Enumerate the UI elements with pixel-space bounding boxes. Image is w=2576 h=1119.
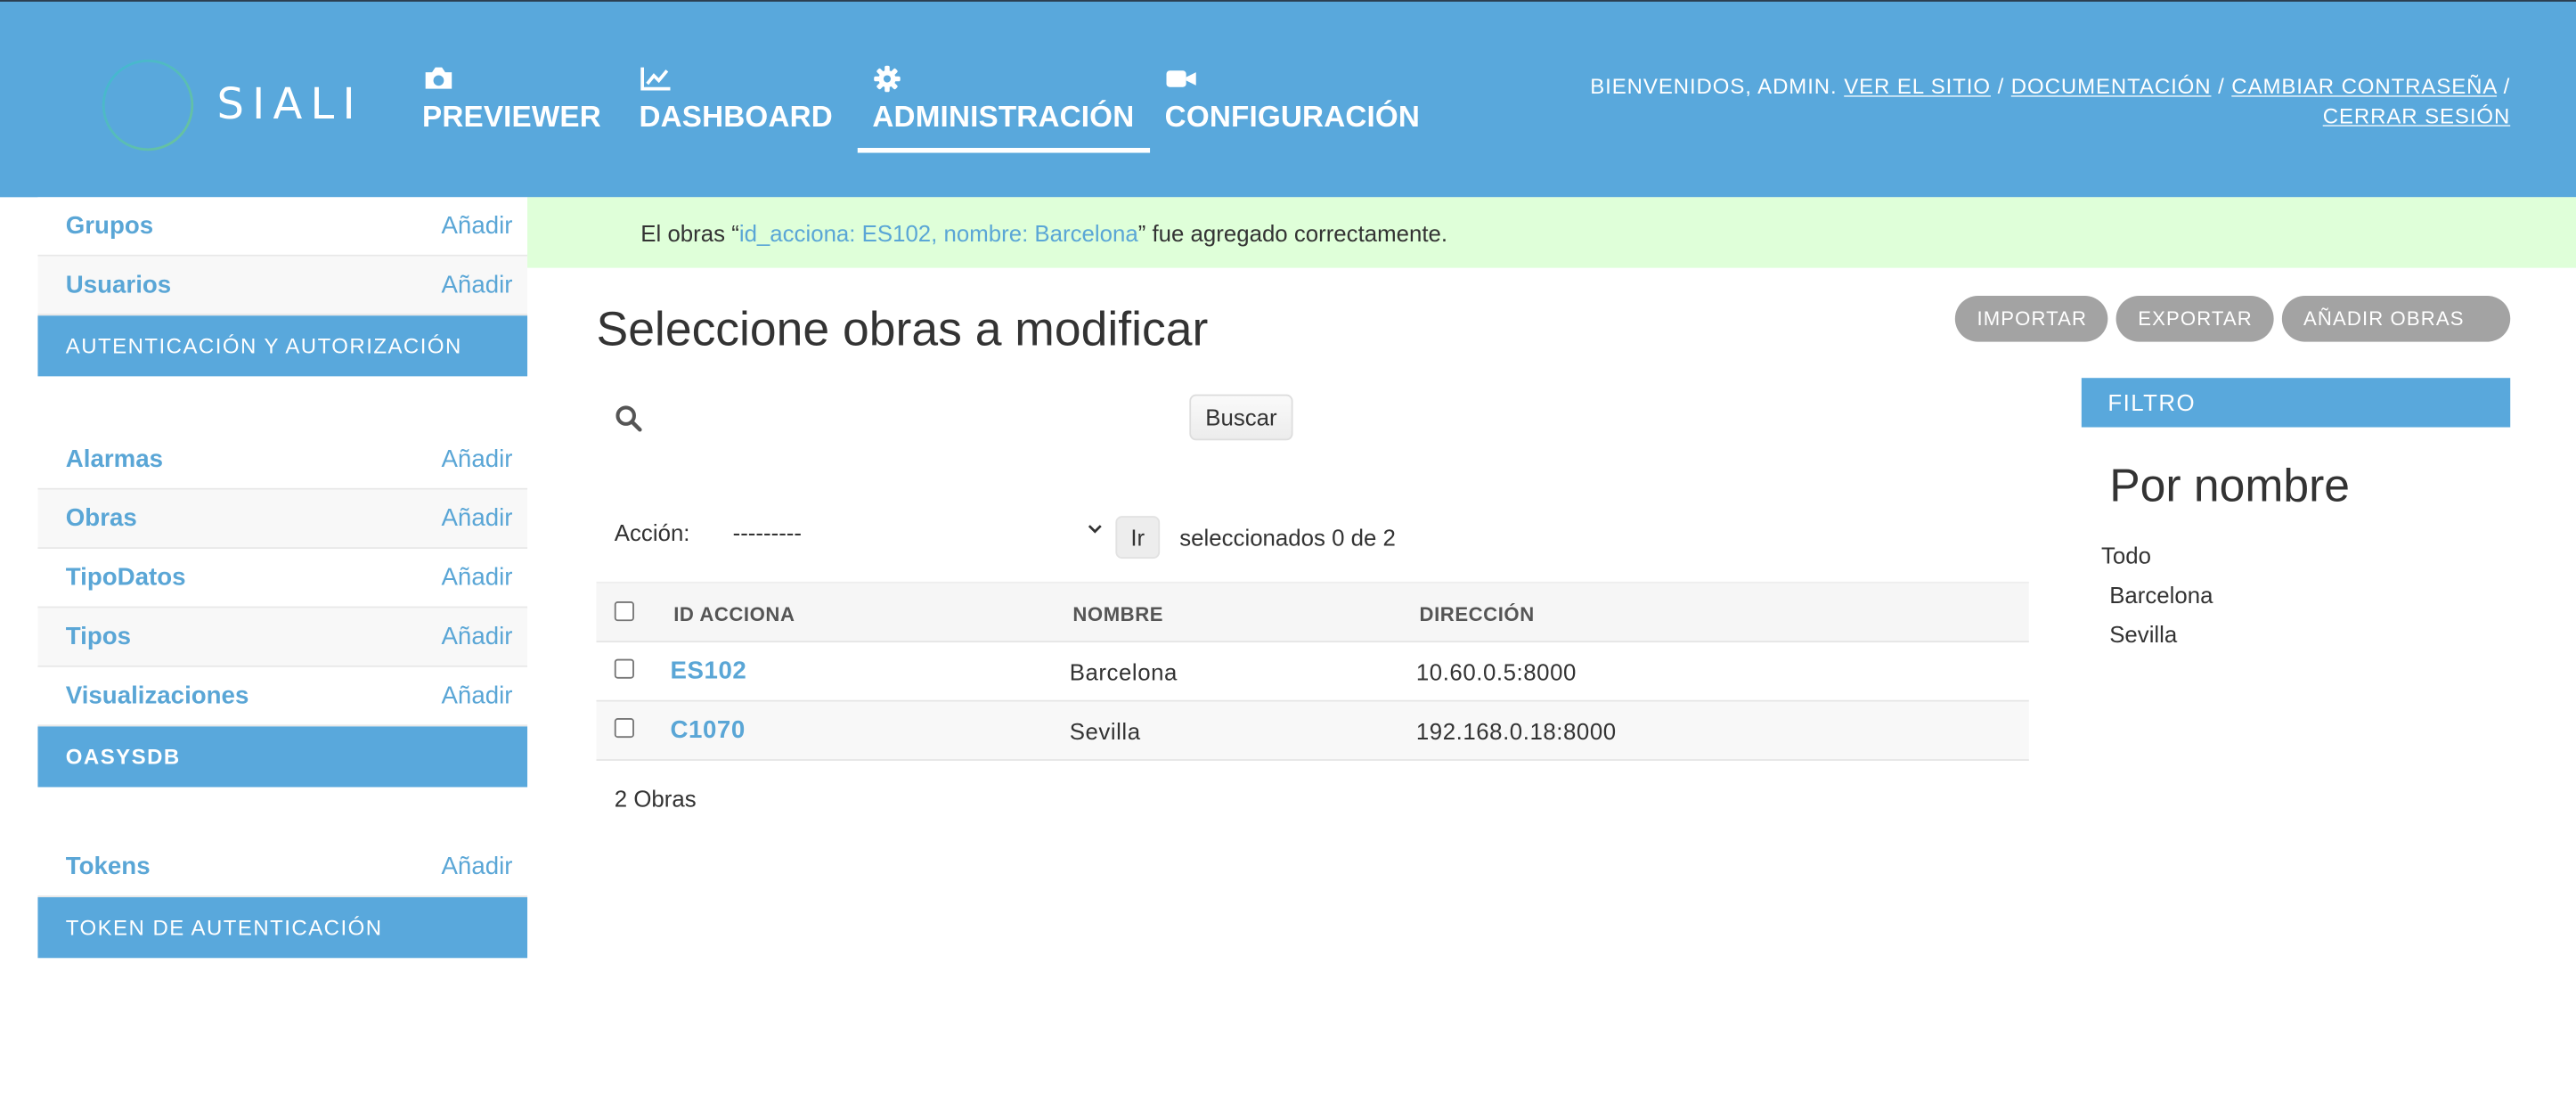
table-row: C1070 Sevilla 192.168.0.18:8000 (596, 701, 2029, 761)
row-direccion: 192.168.0.18:8000 (1415, 717, 1617, 745)
message-object-link[interactable]: id_acciona: ES102, nombre: Barcelona (739, 220, 1138, 247)
add-link-alarmas[interactable]: Añadir (441, 445, 512, 473)
filter-choice-barcelona[interactable]: Barcelona (2109, 582, 2213, 609)
nav-active-indicator (857, 147, 1151, 153)
nav-dashboard-label: DASHBOARD (639, 100, 833, 134)
add-obras-button[interactable]: AÑADIR OBRAS (2282, 295, 2511, 342)
result-table: ID ACCIONA NOMBRE DIRECCIÓN ES102 Barcel… (596, 581, 2029, 761)
action-select[interactable]: --------- (723, 512, 1111, 551)
model-row: TipoDatos Añadir (37, 549, 528, 609)
paginator: 2 Obras (614, 785, 697, 813)
model-link-tipos[interactable]: Tipos (66, 623, 131, 650)
view-site-link[interactable]: VER EL SITIO (1844, 74, 1991, 99)
action-counter: seleccionados 0 de 2 (1179, 524, 1396, 551)
page-title: Seleccione obras a modificar (596, 304, 1209, 357)
add-link-tipos[interactable]: Añadir (441, 623, 512, 650)
add-link-grupos[interactable]: Añadir (441, 212, 512, 240)
model-row: Visualizaciones Añadir (37, 666, 528, 727)
model-link-tipodatos[interactable]: TipoDatos (66, 564, 186, 592)
filter-caption: FILTRO (2081, 378, 2511, 428)
nav-administracion[interactable]: ADMINISTRACIÓN (872, 64, 1134, 156)
import-button[interactable]: IMPORTAR (1955, 295, 2109, 342)
object-tools: IMPORTAR EXPORTAR AÑADIR OBRAS (1947, 295, 2511, 342)
column-header-id-acciona[interactable]: ID ACCIONA (673, 603, 795, 626)
filter-choice-todo[interactable]: Todo (2101, 543, 2151, 569)
row-checkbox[interactable] (614, 658, 634, 679)
model-row: Tipos Añadir (37, 608, 528, 667)
separator: / (1997, 73, 2005, 99)
documentation-link[interactable]: DOCUMENTACIÓN (2011, 74, 2212, 99)
user-tools: BIENVENIDOS, ADMIN. VER EL SITIO / DOCUM… (1525, 72, 2511, 131)
model-row: Tokens Añadir (37, 837, 528, 898)
model-link-usuarios[interactable]: Usuarios (66, 271, 171, 298)
separator: / (2218, 73, 2225, 99)
model-link-visualizaciones[interactable]: Visualizaciones (66, 682, 249, 709)
nav-previewer[interactable]: PREVIEWER (422, 64, 601, 156)
column-header-nombre[interactable]: NOMBRE (1072, 603, 1163, 626)
line-chart-icon (640, 67, 671, 91)
row-nombre: Sevilla (1069, 717, 1141, 745)
admin-app: SIALI PREVIEWER DASHBOARD ADMINISTRACIÓN… (0, 0, 2576, 1119)
logout-link[interactable]: CERRAR SESIÓN (2323, 103, 2511, 128)
message-suffix: ” fue agregado correctamente. (1137, 220, 1448, 247)
logo-text: SIALI (216, 80, 363, 130)
nav-configuracion[interactable]: CONFIGURACIÓN (1165, 64, 1420, 156)
add-link-usuarios[interactable]: Añadir (441, 271, 512, 298)
model-row: Obras Añadir (37, 489, 528, 550)
user-name: ADMIN. (1757, 73, 1838, 99)
select-all-checkbox[interactable] (614, 601, 634, 622)
model-link-obras[interactable]: Obras (66, 504, 137, 532)
model-link-grupos[interactable]: Grupos (66, 212, 153, 240)
export-button[interactable]: EXPORTAR (2116, 295, 2274, 342)
action-select-value: --------- (732, 519, 803, 546)
search-button[interactable]: Buscar (1189, 394, 1293, 441)
nav-dashboard[interactable]: DASHBOARD (639, 64, 833, 156)
module-caption-auth[interactable]: AUTENTICACIÓN Y AUTORIZACIÓN (37, 315, 528, 377)
separator: / (2503, 73, 2511, 99)
nav-administracion-label: ADMINISTRACIÓN (872, 100, 1135, 134)
add-link-tipodatos[interactable]: Añadir (441, 564, 512, 592)
model-link-tokens[interactable]: Tokens (66, 853, 151, 880)
module-caption-token[interactable]: TOKEN DE AUTENTICACIÓN (37, 897, 528, 959)
row-direccion: 10.60.0.5:8000 (1415, 658, 1577, 686)
table-row: ES102 Barcelona 10.60.0.5:8000 (596, 642, 2029, 702)
chevron-down-icon (1088, 525, 1102, 534)
go-button[interactable]: Ir (1115, 516, 1161, 560)
camera-icon (425, 67, 452, 89)
message-prefix: El obras “ (640, 220, 739, 247)
filter-title: Por nombre (2109, 460, 2351, 511)
model-row: Usuarios Añadir (37, 256, 528, 316)
video-camera-icon (1166, 70, 1196, 87)
change-password-link[interactable]: CAMBIAR CONTRASEÑA (2231, 74, 2497, 99)
add-link-visualizaciones[interactable]: Añadir (441, 682, 512, 709)
row-checkbox[interactable] (614, 717, 634, 739)
model-row: Alarmas Añadir (37, 430, 528, 490)
logo-mark (102, 59, 196, 151)
model-row: Grupos Añadir (37, 197, 528, 257)
site-header: SIALI PREVIEWER DASHBOARD ADMINISTRACIÓN… (0, 0, 2576, 198)
gear-icon (874, 65, 901, 93)
add-link-obras[interactable]: Añadir (441, 504, 512, 532)
search-icon (615, 405, 642, 432)
action-label: Acción: (614, 519, 690, 546)
welcome-text: BIENVENIDOS, (1590, 73, 1752, 99)
module-caption-oasysdb[interactable]: OASYSDB (37, 726, 528, 788)
site-logo[interactable]: SIALI (99, 58, 379, 157)
row-id-link[interactable]: ES102 (671, 658, 747, 685)
module-auth: Grupos Añadir Usuarios Añadir AUTENTICAC… (37, 197, 528, 377)
row-nombre: Barcelona (1069, 658, 1178, 686)
column-header-direccion[interactable]: DIRECCIÓN (1420, 603, 1535, 626)
add-link-tokens[interactable]: Añadir (441, 853, 512, 880)
module-oasysdb: Alarmas Añadir Obras Añadir TipoDatos Añ… (37, 430, 528, 788)
success-message: El obras “id_acciona: ES102, nombre: Bar… (527, 197, 2576, 268)
module-token: Tokens Añadir TOKEN DE AUTENTICACIÓN (37, 837, 528, 959)
model-link-alarmas[interactable]: Alarmas (66, 445, 163, 473)
row-id-link[interactable]: C1070 (671, 716, 746, 744)
nav-configuracion-label: CONFIGURACIÓN (1164, 100, 1421, 134)
filter-choice-sevilla[interactable]: Sevilla (2109, 621, 2177, 648)
nav-previewer-label: PREVIEWER (422, 100, 601, 134)
search-input[interactable] (654, 397, 1183, 441)
table-header: ID ACCIONA NOMBRE DIRECCIÓN (596, 581, 2029, 643)
